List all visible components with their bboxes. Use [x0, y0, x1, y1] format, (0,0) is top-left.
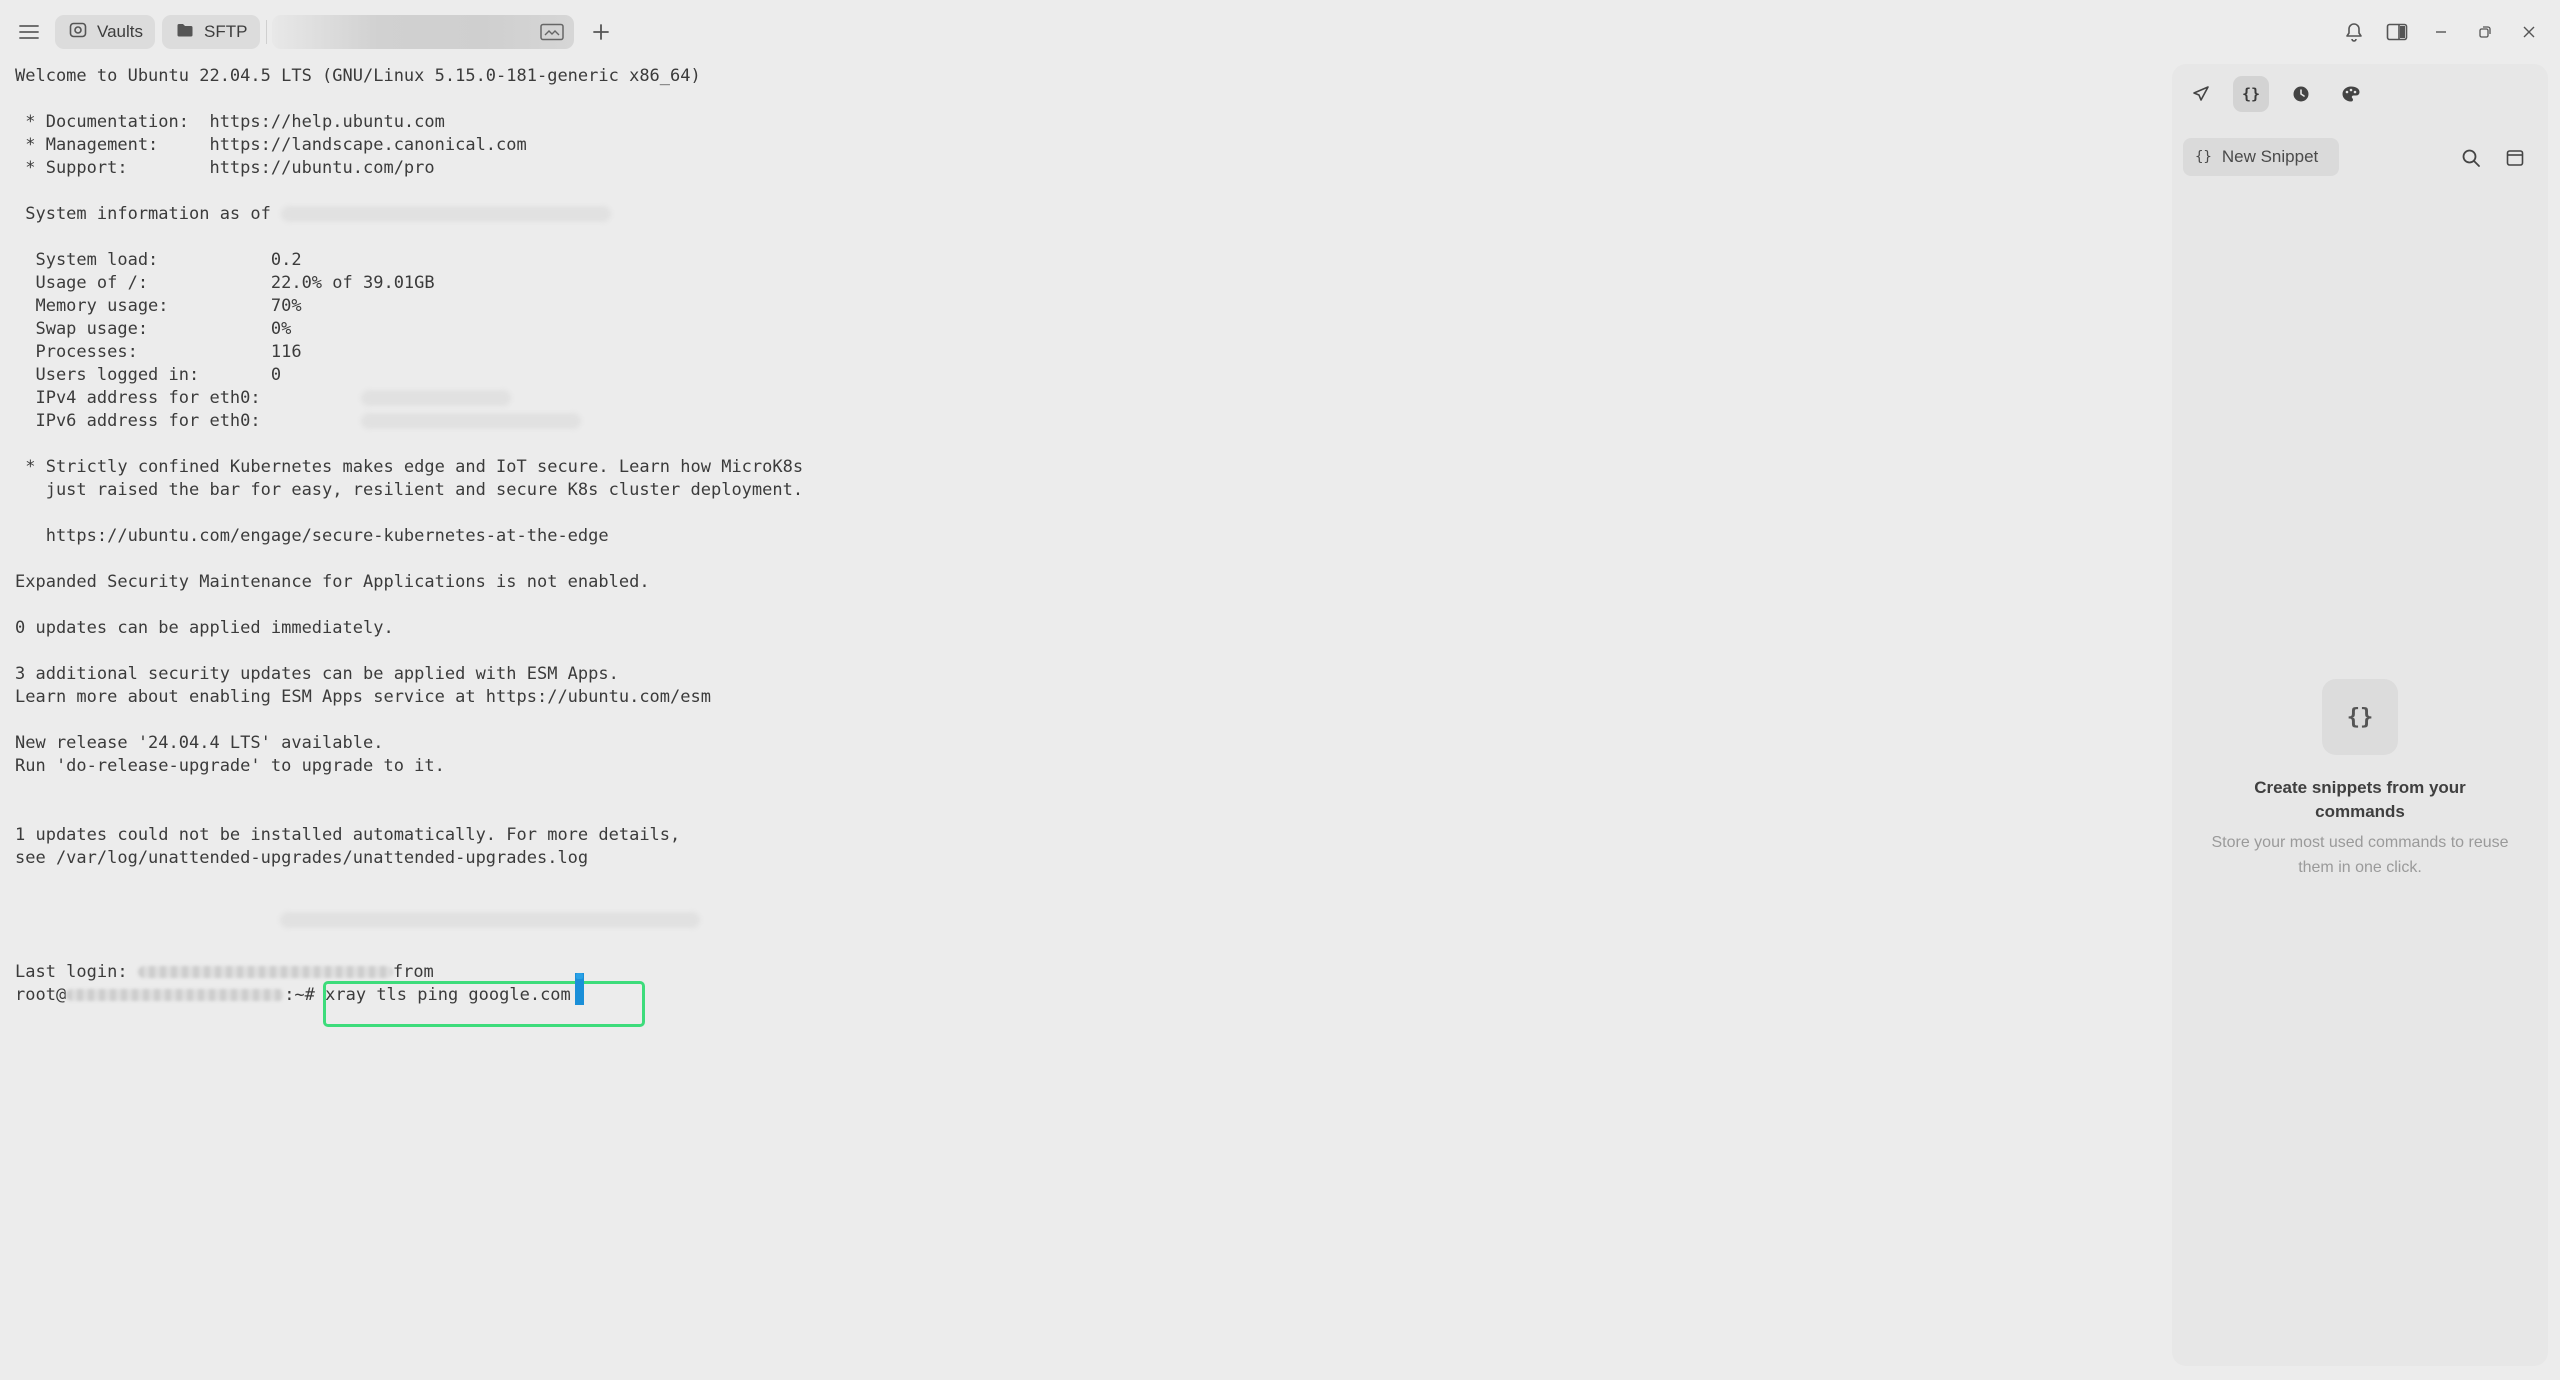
- tab-sftp-label: SFTP: [204, 22, 248, 41]
- minimize-icon[interactable]: [2424, 16, 2458, 48]
- tab-divider: [266, 20, 267, 44]
- terminal-line: IPv4 address for eth0:: [15, 387, 511, 410]
- terminal-line: * Strictly confined Kubernetes makes edg…: [15, 457, 804, 477]
- terminal-line: New release '24.04.4 LTS' available.: [15, 733, 384, 753]
- redacted-login-date: [137, 966, 393, 978]
- terminal-image-icon: [540, 23, 564, 46]
- terminal-output[interactable]: Welcome to Ubuntu 22.04.5 LTS (GNU/Linux…: [0, 64, 2168, 1380]
- vault-icon: [69, 21, 87, 44]
- plus-icon[interactable]: [585, 16, 617, 48]
- redacted-motd: [280, 909, 700, 932]
- terminal-line: * Management: https://landscape.canonica…: [15, 135, 527, 155]
- terminal-line: Swap usage: 0%: [15, 319, 292, 339]
- terminal-line: Processes: 116: [15, 342, 302, 362]
- restore-icon[interactable]: [2468, 16, 2502, 48]
- last-login-from: from: [392, 962, 434, 982]
- folder-icon: [176, 22, 194, 43]
- terminal-line: * Documentation: https://help.ubuntu.com: [15, 112, 445, 132]
- command-highlight-box: [323, 981, 645, 1027]
- redacted-ipv6: [360, 413, 581, 429]
- prompt-path: :~#: [284, 985, 315, 1005]
- terminal-line: System information as of: [15, 203, 612, 226]
- snippets-tab-glyph: {}: [2241, 85, 2261, 103]
- snippets-panel: {} {} New Snippet {} Create snippets fro…: [2172, 64, 2548, 1366]
- layout-icon[interactable]: [2498, 142, 2532, 174]
- terminal-line: see /var/log/unattended-upgrades/unatten…: [15, 848, 589, 868]
- last-login-prefix: Last login:: [15, 962, 128, 982]
- redacted-date: [281, 206, 612, 222]
- terminal-line: System load: 0.2: [15, 250, 302, 270]
- history-icon[interactable]: [2283, 76, 2319, 112]
- tab-vaults-label: Vaults: [97, 22, 143, 41]
- snippet-glyph-icon: {}: [2195, 149, 2212, 165]
- palette-icon[interactable]: [2333, 76, 2369, 112]
- empty-state-subtitle: Store your most used commands to reuse t…: [2211, 834, 2509, 876]
- tab-sftp[interactable]: SFTP: [162, 15, 260, 49]
- terminal-line: just raised the bar for easy, resilient …: [15, 480, 804, 500]
- terminal-cursor: [575, 973, 584, 1005]
- terminal-line: Memory usage: 70%: [15, 296, 302, 316]
- panel-toggle-icon[interactable]: [2380, 16, 2414, 48]
- redacted-hostname: [66, 989, 285, 1001]
- hamburger-icon[interactable]: [12, 16, 46, 48]
- close-icon[interactable]: [2512, 16, 2546, 48]
- empty-state-title: Create snippets from your commands: [2254, 778, 2466, 821]
- terminal-line: 0 updates can be applied immediately.: [15, 618, 394, 638]
- new-snippet-button[interactable]: {} New Snippet: [2183, 138, 2339, 176]
- snippets-icon[interactable]: {}: [2233, 76, 2269, 112]
- send-icon[interactable]: [2183, 76, 2219, 112]
- terminal-line: * Support: https://ubuntu.com/pro: [15, 158, 435, 178]
- snippets-empty-icon: {}: [2322, 679, 2398, 755]
- bell-icon[interactable]: [2337, 16, 2371, 48]
- title-bar: Vaults SFTP: [0, 0, 2560, 64]
- prompt-user: root@: [15, 985, 67, 1005]
- terminal-line: Users logged in: 0: [15, 365, 282, 385]
- terminal-line: https://ubuntu.com/engage/secure-kuberne…: [15, 526, 609, 546]
- terminal-line: Welcome to Ubuntu 22.04.5 LTS (GNU/Linux…: [15, 66, 701, 86]
- terminal-line: Run 'do-release-upgrade' to upgrade to i…: [15, 756, 445, 776]
- terminal-line: Usage of /: 22.0% of 39.01GB: [15, 273, 435, 293]
- terminal-line: 1 updates could not be installed automat…: [15, 825, 681, 845]
- ipv6-label: IPv6 address for eth0:: [15, 411, 261, 431]
- terminal-line: Expanded Security Maintenance for Applic…: [15, 572, 650, 592]
- redacted-ipv4: [360, 390, 511, 406]
- ipv4-label: IPv4 address for eth0:: [15, 388, 261, 408]
- terminal-line: IPv6 address for eth0:: [15, 410, 581, 433]
- new-snippet-label: New Snippet: [2221, 147, 2319, 166]
- tab-host-session[interactable]: [272, 15, 574, 49]
- terminal-line: 3 additional security updates can be app…: [15, 664, 619, 684]
- sysinfo-prefix: System information as of: [15, 204, 271, 224]
- tab-vaults[interactable]: Vaults: [55, 15, 155, 49]
- search-icon[interactable]: [2454, 142, 2488, 174]
- terminal-line: Learn more about enabling ESM Apps servi…: [15, 687, 711, 707]
